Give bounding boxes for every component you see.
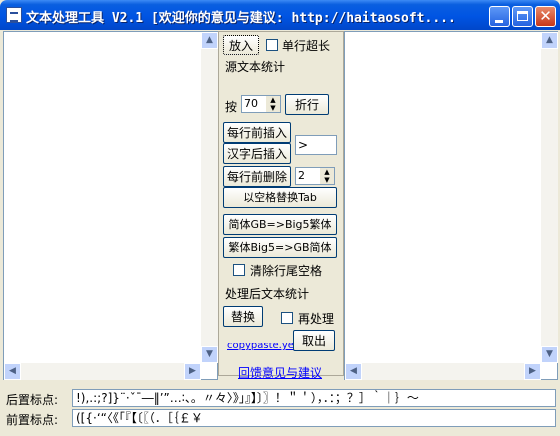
scroll-down-icon[interactable]: ▼ — [541, 346, 558, 363]
app-icon[interactable] — [6, 7, 22, 23]
replace-button[interactable]: 替换 — [223, 306, 263, 327]
result-text-area[interactable]: ▲ ▼ ◀ ▶ — [344, 31, 558, 380]
control-panel: 放入 单行超长 源文本统计 按 70 ▲ ▼ 折行 每行前插入 汉字后插入 > … — [218, 31, 344, 380]
reprocess-label: 再处理 — [298, 312, 335, 326]
title-bar[interactable]: 文本处理工具 V2.1 [欢迎你的意见与建议: http://haitaosof… — [0, 0, 560, 30]
scroll-up-icon[interactable]: ▲ — [201, 32, 218, 49]
trim-trailing-label: 清除行尾空格 — [250, 264, 323, 278]
wrap-width-value[interactable]: 70 — [244, 97, 258, 110]
post-punct-label: 后置标点: — [6, 393, 59, 407]
scroll-right-icon[interactable]: ▶ — [184, 363, 201, 380]
delete-count-spinner[interactable]: 2 ▲ ▼ — [295, 167, 335, 185]
scroll-up-icon[interactable]: ▲ — [541, 32, 558, 49]
wrap-spin-buttons[interactable]: ▲ ▼ — [266, 96, 280, 112]
insert-text-value[interactable]: > — [298, 138, 308, 152]
source-vertical-scrollbar[interactable]: ▲ ▼ — [201, 32, 218, 363]
fangru-button[interactable]: 放入 — [223, 35, 259, 55]
line-overlength-checkbox[interactable] — [266, 39, 278, 51]
delete-count-value[interactable]: 2 — [298, 169, 305, 182]
space-to-tab-button[interactable]: 以空格替换Tab — [223, 187, 337, 208]
delete-spin-buttons[interactable]: ▲ ▼ — [320, 168, 334, 184]
pre-punct-field[interactable]: ([{·‘“〈《「『【〔〖（．［｛￡￥ — [72, 409, 556, 427]
pre-punct-label: 前置标点: — [6, 413, 59, 427]
maximize-button[interactable] — [512, 6, 533, 27]
reprocess-checkbox[interactable] — [281, 312, 293, 324]
minimize-icon — [495, 20, 503, 23]
insert-text-field[interactable]: > — [295, 135, 337, 155]
minimize-button[interactable] — [489, 6, 510, 27]
result-vertical-scrollbar[interactable]: ▲ ▼ — [541, 32, 558, 363]
an-label: 按 — [225, 100, 238, 114]
scroll-down-icon[interactable]: ▼ — [201, 346, 218, 363]
trim-trailing-checkbox[interactable] — [233, 264, 245, 276]
wrap-button[interactable]: 折行 — [285, 94, 329, 115]
source-stats-label: 源文本统计 — [225, 60, 286, 74]
result-horizontal-scrollbar[interactable]: ◀ ▶ — [345, 363, 541, 380]
spin-down-icon[interactable]: ▼ — [320, 176, 334, 185]
source-text-area[interactable]: ▲ ▼ ◀ ▶ — [3, 31, 218, 380]
close-icon: ✕ — [539, 7, 552, 25]
cancel-button[interactable]: 取出 — [293, 330, 335, 351]
source-horizontal-scrollbar[interactable]: ◀ ▶ — [4, 363, 201, 380]
maximize-icon — [517, 11, 528, 21]
feedback-link[interactable]: 回馈意见与建议 — [238, 364, 322, 381]
line-overlength-label: 单行超长 — [282, 39, 331, 53]
post-punct-field[interactable]: !),.:;?]}¨·ˇˉ―‖’”…∶、。〃々〉》」』】〕〗！＂＇），．：；？］… — [72, 389, 556, 407]
scroll-right-icon[interactable]: ▶ — [524, 363, 541, 380]
window-title: 文本处理工具 V2.1 [欢迎你的意见与建议: http://haitaosof… — [26, 11, 456, 25]
big5-to-gb-button[interactable]: 繁体Big5=>GB简体 — [223, 237, 337, 258]
scroll-left-icon[interactable]: ◀ — [345, 363, 362, 380]
processed-stats-label: 处理后文本统计 — [225, 287, 310, 301]
close-button[interactable]: ✕ — [535, 6, 556, 27]
spin-down-icon[interactable]: ▼ — [266, 104, 280, 113]
scroll-left-icon[interactable]: ◀ — [4, 363, 21, 380]
insert-after-hanzi-button[interactable]: 汉字后插入 — [223, 143, 291, 164]
wrap-width-spinner[interactable]: 70 ▲ ▼ — [241, 95, 281, 113]
delete-before-line-button[interactable]: 每行前删除 — [223, 166, 291, 187]
insert-before-line-button[interactable]: 每行前插入 — [223, 122, 291, 143]
gb-to-big5-button[interactable]: 简体GB=>Big5繁体 — [223, 214, 337, 235]
